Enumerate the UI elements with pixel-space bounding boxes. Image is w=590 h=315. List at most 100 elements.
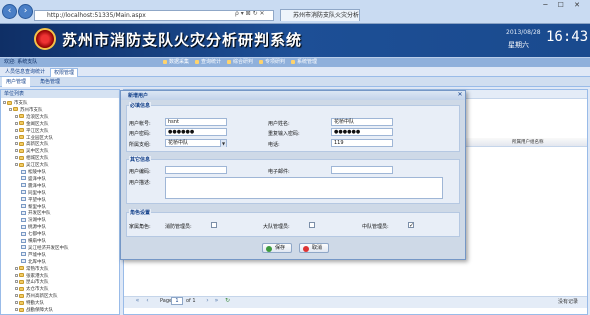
cancel-button-label: 取消	[312, 245, 323, 251]
page-tab-strip	[0, 67, 590, 77]
email-input[interactable]	[331, 166, 393, 174]
tab-permission-management[interactable]: 权限管理	[50, 68, 79, 77]
unit-tree-header: 单位列表	[1, 90, 119, 98]
folder-icon	[19, 141, 24, 146]
document-icon	[21, 224, 26, 229]
system-title: 苏州市消防支队火灾分析研判系统	[62, 31, 303, 49]
tree-node-label: 七都中队	[28, 232, 46, 238]
refresh-icon[interactable]: ↻	[224, 297, 231, 304]
folder-icon	[19, 155, 24, 160]
tab-personnel-query[interactable]: 人员信息查询统计	[2, 68, 48, 77]
document-icon	[21, 183, 26, 188]
name-input[interactable]: 花桥中队	[331, 118, 393, 126]
expand-toggle-icon[interactable]	[15, 273, 18, 277]
next-page-icon[interactable]: ›	[204, 297, 211, 304]
account-input[interactable]: hsnt	[165, 118, 227, 126]
tab-role-management[interactable]: 角色管理	[36, 77, 64, 87]
unit-select-value: 花桥中队	[168, 140, 189, 146]
browser-tab[interactable]: 苏州市消防支队火灾分析研...	[280, 9, 360, 21]
pager-page-input[interactable]: 1	[171, 297, 183, 305]
menu-system-management[interactable]: 系统管理	[290, 57, 317, 67]
browser-chrome: ‹ › http://localhost:51335/Main.aspx ρ ▾…	[0, 0, 590, 24]
document-icon	[21, 259, 26, 264]
tree-node-label: 吴中区大队	[26, 149, 49, 155]
expand-toggle-icon[interactable]	[15, 163, 18, 167]
window-controls[interactable]: ─ ☐ ✕	[543, 1, 584, 9]
menu-special-analysis[interactable]: 专项研判	[258, 57, 285, 67]
document-icon	[21, 217, 26, 222]
tree-node-label: 平江区大队	[26, 128, 49, 134]
expand-toggle-icon[interactable]	[15, 287, 18, 291]
expand-toggle-icon[interactable]	[15, 308, 18, 311]
address-bar-icons[interactable]: ρ ▾ ⊠ ↻ ✕	[235, 10, 265, 17]
menu-comprehensive-analysis[interactable]: 综合研判	[226, 57, 253, 67]
expand-toggle-icon[interactable]	[15, 156, 18, 160]
tree-node-label: 昆山市大队	[26, 280, 49, 286]
folder-icon	[19, 162, 24, 167]
current-clock: 16:43	[546, 29, 589, 45]
code-input[interactable]	[165, 166, 227, 174]
unit-select[interactable]: 花桥中队 ▼	[165, 139, 227, 147]
tree-node-label: 盛泽中队	[28, 176, 46, 182]
tree-node-label: 相城区大队	[26, 156, 49, 162]
current-date: 2013/08/28	[506, 29, 541, 36]
tree-node-label: 桃源中队	[28, 225, 46, 231]
folder-icon	[19, 135, 24, 139]
document-icon	[21, 190, 26, 195]
forward-arrow-icon[interactable]: ›	[18, 4, 33, 19]
save-button[interactable]: 保存	[262, 243, 292, 253]
role-squad-admin-label: 中队管理员:	[362, 224, 389, 230]
role-fire-admin-checkbox[interactable]	[211, 222, 217, 228]
role-squad-admin-checkbox[interactable]: ✓	[408, 222, 414, 229]
password-confirm-input[interactable]: ●●●●●●	[331, 128, 393, 136]
expand-toggle-icon[interactable]	[9, 107, 12, 111]
last-page-icon[interactable]: »	[213, 297, 220, 304]
chevron-down-icon[interactable]: ▼	[220, 140, 226, 147]
expand-toggle-icon[interactable]	[15, 121, 18, 125]
dialog-title: 新增用户	[128, 93, 149, 99]
expand-toggle-icon[interactable]	[3, 101, 6, 104]
expand-toggle-icon[interactable]	[15, 301, 18, 305]
tree-node-label: 开发区中队	[28, 211, 51, 217]
pager-of-label: of 1	[186, 298, 196, 304]
current-weekday: 星期六	[508, 41, 529, 49]
folder-icon	[19, 307, 24, 312]
name-label: 用户姓名:	[268, 121, 290, 127]
phone-input[interactable]: 119	[331, 139, 393, 147]
role-fire-admin-label: 消防管理员:	[165, 224, 192, 230]
description-textarea[interactable]	[165, 177, 443, 199]
password-input[interactable]: ●●●●●●	[165, 128, 227, 136]
tree-node-label: 横扇中队	[28, 239, 46, 244]
save-button-label: 保存	[275, 245, 286, 251]
account-label: 用户帐号:	[129, 121, 151, 127]
expand-toggle-icon[interactable]	[15, 266, 18, 270]
menu-data-collection[interactable]: 数据采集	[162, 57, 189, 67]
tab-user-management[interactable]: 用户管理	[2, 77, 31, 87]
folder-icon	[19, 121, 24, 126]
expand-toggle-icon[interactable]	[15, 128, 18, 132]
role-brigade-admin-checkbox[interactable]	[309, 222, 315, 228]
email-label: 电子邮件:	[268, 169, 290, 175]
expand-toggle-icon[interactable]	[15, 149, 18, 153]
tree-node-label: 汾湖中队	[28, 218, 46, 224]
welcome-text: 欢迎: 系统支队	[4, 59, 38, 65]
menu-query-stats[interactable]: 查询统计	[194, 57, 221, 67]
expand-toggle-icon[interactable]	[15, 294, 18, 298]
tree-node-label: 特勤大队	[26, 301, 44, 307]
document-icon	[21, 169, 26, 174]
expand-toggle-icon[interactable]	[15, 142, 18, 146]
tree-node-label: 芦墟中队	[28, 252, 46, 258]
prev-page-icon[interactable]: ‹	[144, 297, 151, 304]
expand-toggle-icon[interactable]	[15, 135, 18, 139]
cancel-button[interactable]: 取消	[299, 243, 329, 253]
close-icon[interactable]: ✕	[457, 92, 463, 98]
document-icon	[21, 197, 26, 202]
role-settings-legend: 角色设置	[129, 209, 152, 216]
password-confirm-label: 重复输入密码:	[268, 131, 300, 137]
first-page-icon[interactable]: «	[134, 297, 141, 304]
grid-column-user-group[interactable]: 所属用户组名称	[512, 139, 544, 145]
back-arrow-icon[interactable]: ‹	[2, 4, 17, 19]
expand-toggle-icon[interactable]	[15, 280, 18, 284]
expand-toggle-icon[interactable]	[15, 114, 18, 118]
tree-node[interactable]: 战勤保障大队	[15, 307, 53, 314]
